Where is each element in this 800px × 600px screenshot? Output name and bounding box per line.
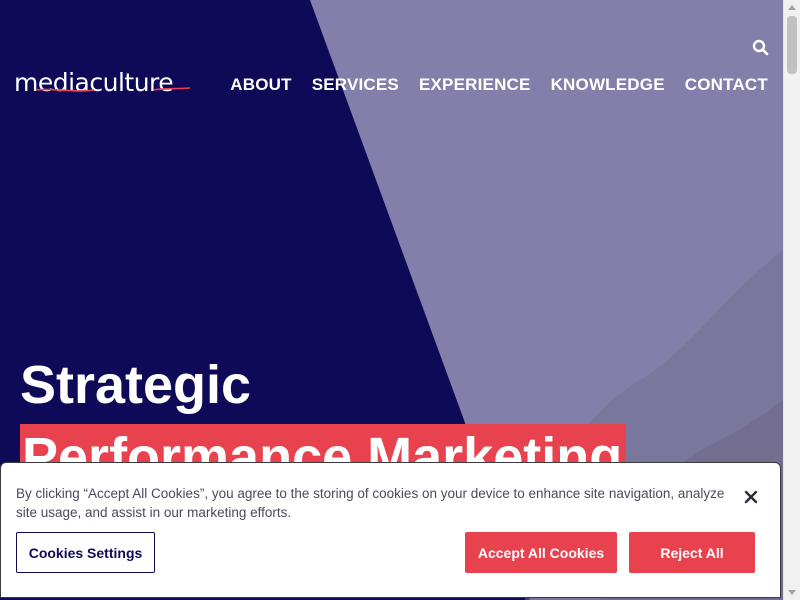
- close-cookie-banner-button[interactable]: [739, 485, 763, 509]
- scroll-up-arrow-icon[interactable]: [787, 3, 797, 13]
- cookie-message: By clicking “Accept All Cookies”, you ag…: [16, 486, 725, 520]
- nav-about[interactable]: ABOUT: [230, 74, 291, 96]
- close-icon: [744, 490, 758, 504]
- site-logo[interactable]: mediaculture: [14, 66, 194, 100]
- reject-all-button[interactable]: Reject All: [629, 532, 755, 573]
- accept-all-cookies-button[interactable]: Accept All Cookies: [465, 532, 617, 573]
- nav-services[interactable]: SERVICES: [312, 74, 399, 96]
- search-icon: [752, 39, 769, 56]
- hero-title-line1: Strategic: [20, 355, 252, 415]
- scrollbar-thumb[interactable]: [787, 16, 797, 74]
- cookie-banner: By clicking “Accept All Cookies”, you ag…: [0, 462, 781, 598]
- nav-knowledge[interactable]: KNOWLEDGE: [551, 74, 665, 96]
- scroll-down-arrow-icon[interactable]: [787, 587, 797, 597]
- main-nav: ABOUT SERVICES EXPERIENCE KNOWLEDGE CONT…: [230, 74, 768, 96]
- nav-experience[interactable]: EXPERIENCE: [419, 74, 531, 96]
- logo-swoosh: [35, 87, 191, 92]
- nav-contact[interactable]: CONTACT: [685, 74, 768, 96]
- cookies-settings-button[interactable]: Cookies Settings: [16, 532, 155, 573]
- page-viewport: mediaculture ABOUT SERVICES EXPERIENCE K…: [0, 0, 783, 600]
- search-button[interactable]: [751, 38, 771, 58]
- vertical-scrollbar[interactable]: [783, 0, 800, 600]
